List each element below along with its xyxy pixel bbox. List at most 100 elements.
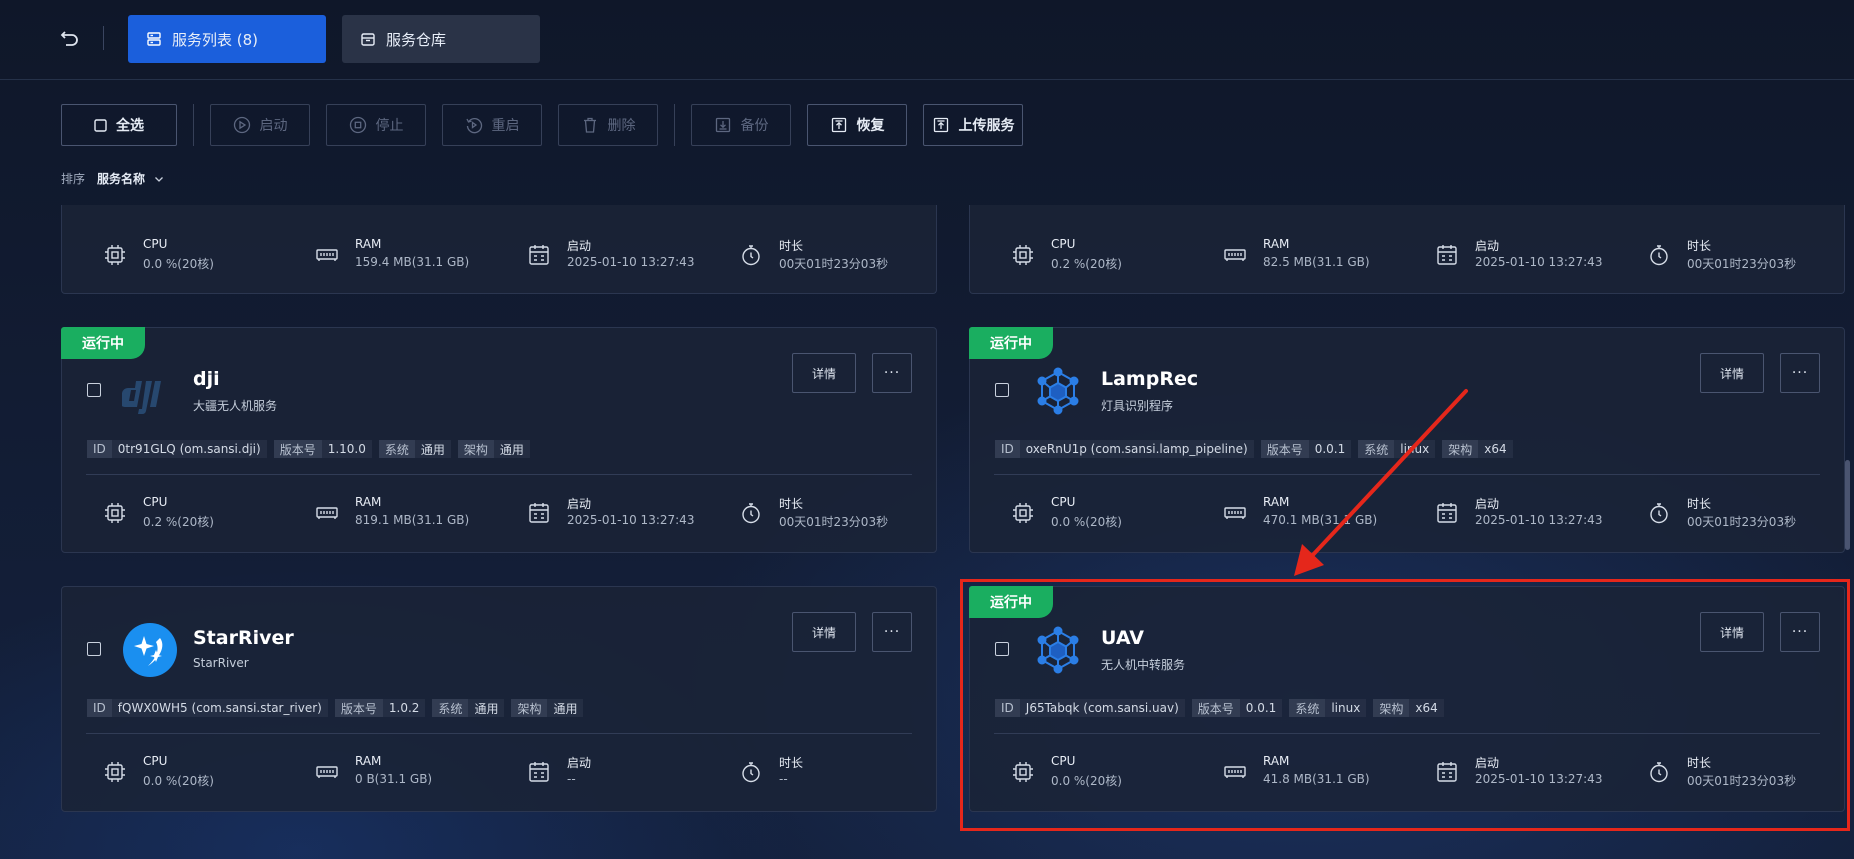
checkbox-icon (94, 118, 107, 132)
id-tag: ID 0tr91GLQ (om.sansi.dji) (87, 440, 267, 458)
back-icon[interactable] (58, 26, 82, 50)
service-tags: ID 0tr91GLQ (om.sansi.dji) 版本号 1.10.0 系统 通用… (87, 440, 537, 458)
upload-service-label: 上传服务 (958, 118, 1015, 134)
restore-label: 恢复 (856, 118, 885, 134)
cpu-icon (105, 245, 125, 265)
service-checkbox[interactable] (995, 642, 1009, 656)
more-button[interactable]: ··· (1780, 612, 1820, 652)
detail-button[interactable]: 详情 (1700, 353, 1764, 393)
service-card-starriver: StarRiver StarRiver 详情 ··· ID fQWX0WH5 (c… (61, 586, 937, 812)
detail-button[interactable]: 详情 (1700, 612, 1764, 652)
upload-box-icon (831, 117, 846, 133)
status-badge: 运行中 (969, 327, 1053, 359)
sort-label: 排序 (61, 172, 86, 186)
calendar-icon (1437, 245, 1457, 265)
delete-button[interactable]: 删除 (558, 104, 658, 146)
system-tag: 系统 通用 (432, 699, 505, 717)
dji-logo (122, 366, 178, 422)
restart-label: 重启 (491, 118, 520, 134)
tab-service-list[interactable]: 服务列表 (8) (128, 15, 326, 63)
cube-network-icon (1030, 363, 1086, 419)
select-all-button[interactable]: 全选 (61, 104, 177, 146)
system-tag: 系统 linux (1358, 440, 1436, 458)
backup-label: 备份 (740, 118, 769, 134)
stopwatch-icon (1650, 762, 1668, 783)
arch-tag: 架构 x64 (1373, 699, 1444, 717)
stop-label: 停止 (375, 118, 404, 134)
ram-icon (316, 507, 338, 519)
server-list-icon (147, 32, 161, 46)
service-description: 无人机中转服务 (1101, 658, 1186, 672)
system-tag: 系统 通用 (378, 440, 451, 458)
scrollbar-thumb[interactable] (1845, 460, 1850, 550)
upload-service-button[interactable]: 上传服务 (923, 104, 1023, 146)
service-card-uav: 运行中 UAV 无人机中转服务 详情 ··· ID J65Tabqk (com.s… (969, 586, 1845, 812)
play-circle-icon (233, 116, 250, 134)
arch-tag: 架构 通用 (511, 699, 584, 717)
service-card-partial: CPU 0.2 %(20核) RAM 82.5 MB(31.1 GB) 启动 2025… (969, 205, 1845, 294)
tab-service-list-label: 服务列表 (8) (172, 30, 259, 49)
arch-tag: 架构 通用 (457, 440, 530, 458)
stopwatch-icon (742, 503, 760, 524)
restart-icon (465, 118, 482, 134)
download-box-icon (715, 117, 730, 133)
detail-button[interactable]: 详情 (792, 353, 856, 393)
chevron-down-icon (155, 176, 163, 182)
divider (994, 733, 1820, 734)
sort-value: 服务名称 (97, 172, 146, 186)
service-checkbox[interactable] (995, 383, 1009, 397)
stop-button[interactable]: 停止 (326, 104, 426, 146)
upload-box-icon (933, 117, 948, 133)
stopwatch-icon (742, 245, 760, 266)
tab-service-warehouse[interactable]: 服务仓库 (342, 15, 540, 63)
start-button[interactable]: 启动 (210, 104, 310, 146)
arch-tag: 架构 x64 (1442, 440, 1513, 458)
tab-service-warehouse-label: 服务仓库 (386, 30, 447, 49)
ram-icon (1224, 766, 1246, 778)
ram-icon (316, 766, 338, 778)
restore-button[interactable]: 恢复 (807, 104, 907, 146)
service-card-lamprec: 运行中 LampRec 灯具识别程序 详情 ··· ID oxeRnU1p (co… (969, 327, 1845, 553)
top-tab-bar: 服务列表 (8) 服务仓库 (0, 0, 1854, 80)
detail-button[interactable]: 详情 (792, 612, 856, 652)
more-button[interactable]: ··· (872, 612, 912, 652)
service-name: LampRec (1101, 368, 1199, 390)
cpu-icon (105, 762, 125, 782)
calendar-icon (1437, 503, 1457, 523)
id-tag: ID fQWX0WH5 (com.sansi.star_river) (87, 699, 328, 717)
sort-control[interactable]: 排序 服务名称 (61, 170, 165, 187)
more-button[interactable]: ··· (1780, 353, 1820, 393)
cpu-icon (1013, 245, 1033, 265)
divider (86, 474, 912, 475)
divider (994, 474, 1820, 475)
service-card-dji: 运行中 dji 大疆无人机服务 详情 ··· ID 0tr91GLQ (om.sa… (61, 327, 937, 553)
service-card-partial: CPU 0.0 %(20核) RAM 159.4 MB(31.1 GB) 启动 202… (61, 205, 937, 294)
stop-circle-icon (349, 116, 366, 134)
calendar-icon (529, 762, 549, 782)
version-tag: 版本号 0.0.1 (1260, 440, 1352, 458)
system-tag: 系统 linux (1289, 699, 1367, 717)
ram-icon (1224, 249, 1246, 261)
stopwatch-icon (742, 762, 760, 783)
status-badge: 运行中 (969, 586, 1053, 618)
calendar-icon (529, 503, 549, 523)
stopwatch-icon (1650, 245, 1668, 266)
service-tags: ID oxeRnU1p (com.sansi.lamp_pipeline) 版本号… (995, 440, 1520, 458)
service-name: dji (193, 368, 220, 390)
service-checkbox[interactable] (87, 383, 101, 397)
service-description: 大疆无人机服务 (193, 399, 278, 413)
restart-button[interactable]: 重启 (442, 104, 542, 146)
version-tag: 版本号 1.10.0 (273, 440, 372, 458)
service-tags: ID J65Tabqk (com.sansi.uav) 版本号 0.0.1 系统 li… (995, 699, 1451, 717)
delete-label: 删除 (607, 118, 636, 134)
ram-icon (1224, 507, 1246, 519)
backup-button[interactable]: 备份 (691, 104, 791, 146)
service-description: StarRiver (193, 656, 249, 670)
toolbar-divider (674, 104, 675, 146)
more-button[interactable]: ··· (872, 353, 912, 393)
toolbar-divider (193, 104, 194, 146)
stopwatch-icon (1650, 503, 1668, 524)
service-name: StarRiver (193, 627, 294, 649)
service-checkbox[interactable] (87, 642, 101, 656)
cpu-icon (1013, 762, 1033, 782)
